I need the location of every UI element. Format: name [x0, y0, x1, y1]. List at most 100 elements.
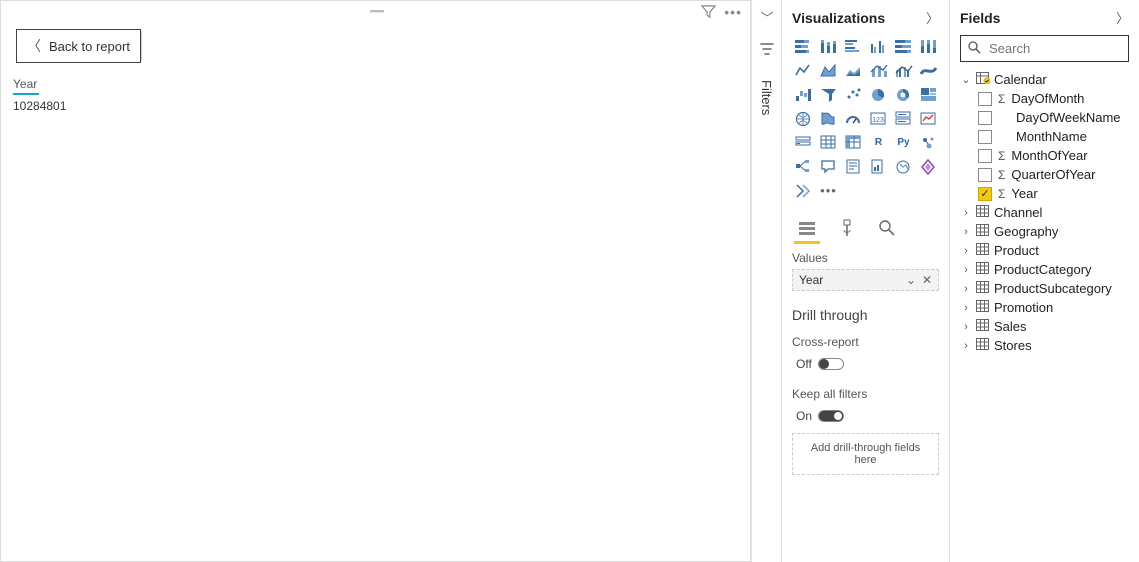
table-row[interactable]: ›Promotion [960, 298, 1129, 317]
clustered-bar-icon[interactable] [842, 35, 865, 57]
filters-toggle-icon[interactable] [759, 41, 775, 60]
clustered-column-icon[interactable] [867, 35, 890, 57]
table-row[interactable]: ⌄Calendar [960, 70, 1129, 89]
chevron-left-icon[interactable]: 〈 [757, 11, 776, 24]
format-tab[interactable] [836, 215, 858, 241]
filled-map-icon[interactable] [817, 107, 840, 129]
field-row[interactable]: ✓ΣYear [978, 184, 1129, 203]
caret-icon: › [960, 207, 972, 219]
arcgis-map-icon[interactable] [892, 155, 915, 177]
field-row[interactable]: ΣDayOfMonth [978, 89, 1129, 108]
table-row[interactable]: ›ProductCategory [960, 260, 1129, 279]
area-chart-icon[interactable] [817, 59, 840, 81]
donut-icon[interactable] [892, 83, 915, 105]
multi-row-card-icon[interactable] [892, 107, 915, 129]
table-icon[interactable] [817, 131, 840, 153]
get-more-visuals-icon[interactable]: ••• [817, 179, 840, 201]
checkbox-icon[interactable] [978, 149, 992, 163]
pie-icon[interactable] [867, 83, 890, 105]
values-well[interactable]: Year ⌄ ✕ [792, 269, 939, 291]
field-row[interactable]: MonthName [978, 127, 1129, 146]
key-influencers-icon[interactable] [917, 131, 940, 153]
r-visual-icon[interactable]: R [867, 131, 890, 153]
table-row[interactable]: ›Geography [960, 222, 1129, 241]
table-row[interactable]: ›Channel [960, 203, 1129, 222]
line-clustered-column-icon[interactable] [892, 59, 915, 81]
decomposition-tree-icon[interactable] [792, 155, 815, 177]
values-label: Values [792, 251, 939, 265]
sigma-icon: Σ [998, 149, 1005, 163]
table-icon [976, 224, 990, 239]
caret-icon: › [960, 283, 972, 295]
paginated-report-icon[interactable] [867, 155, 890, 177]
more-icon[interactable]: ••• [724, 4, 742, 22]
field-name: DayOfWeekName [1016, 110, 1121, 125]
field-row[interactable]: ΣMonthOfYear [978, 146, 1129, 165]
py-visual-icon[interactable]: Py [892, 131, 915, 153]
checkbox-icon[interactable] [978, 111, 992, 125]
slicer-icon[interactable] [792, 131, 815, 153]
fields-tab[interactable] [796, 215, 818, 241]
power-automate-icon[interactable] [792, 179, 815, 201]
kpi-icon[interactable] [917, 107, 940, 129]
smart-narrative-icon[interactable] [842, 155, 865, 177]
back-to-report-button[interactable]: 〈 Back to report [16, 29, 141, 63]
chevron-right-icon[interactable]: 〉 [926, 8, 939, 27]
header-divider [141, 31, 142, 61]
table-name: Promotion [994, 300, 1053, 315]
keep-filters-state: On [796, 409, 812, 423]
search-input[interactable] [987, 40, 1139, 57]
checkbox-icon[interactable]: ✓ [978, 187, 992, 201]
caret-icon: ⌄ [960, 73, 972, 86]
caret-icon: › [960, 245, 972, 257]
power-apps-icon[interactable] [917, 155, 940, 177]
field-name: MonthName [1016, 129, 1087, 144]
chevron-down-icon[interactable]: ⌄ [906, 273, 916, 287]
table-name: ProductSubcategory [994, 281, 1112, 296]
field-row[interactable]: ΣQuarterOfYear [978, 165, 1129, 184]
table-row[interactable]: ›Sales [960, 317, 1129, 336]
ribbon-chart-icon[interactable] [917, 59, 940, 81]
filter-icon[interactable] [701, 4, 716, 22]
checkbox-icon[interactable] [978, 130, 992, 144]
line-stacked-column-icon[interactable] [867, 59, 890, 81]
card-field-label: Year [13, 77, 37, 91]
stacked-bar-icon[interactable] [792, 35, 815, 57]
table-icon [976, 281, 990, 296]
caret-icon: › [960, 321, 972, 333]
checkbox-icon[interactable] [978, 92, 992, 106]
card-icon[interactable]: 123 [867, 107, 890, 129]
stacked-area-icon[interactable] [842, 59, 865, 81]
cross-report-label: Cross-report [792, 335, 939, 349]
table-row[interactable]: ›Product [960, 241, 1129, 260]
keep-filters-toggle[interactable] [818, 410, 844, 422]
table-row[interactable]: › ProductSubcategory [960, 279, 1129, 298]
checkbox-icon[interactable] [978, 168, 992, 182]
table-name: ProductCategory [994, 262, 1092, 277]
table-row[interactable]: ›Stores [960, 336, 1129, 355]
waterfall-icon[interactable] [792, 83, 815, 105]
hundred-stacked-column-icon[interactable] [917, 35, 940, 57]
map-icon[interactable] [792, 107, 815, 129]
field-row[interactable]: DayOfWeekName [978, 108, 1129, 127]
table-icon [976, 262, 990, 277]
canvas-drag-bar[interactable]: ━━ [1, 3, 750, 19]
gauge-icon[interactable] [842, 107, 865, 129]
table-icon [976, 338, 990, 353]
line-chart-icon[interactable] [792, 59, 815, 81]
qa-visual-icon[interactable] [817, 155, 840, 177]
funnel-icon[interactable] [817, 83, 840, 105]
matrix-icon[interactable] [842, 131, 865, 153]
scatter-icon[interactable] [842, 83, 865, 105]
drill-drop-area[interactable]: Add drill-through fields here [792, 433, 939, 475]
remove-field-icon[interactable]: ✕ [922, 273, 932, 287]
treemap-icon[interactable] [917, 83, 940, 105]
chevron-right-icon[interactable]: 〉 [1116, 8, 1129, 27]
stacked-column-icon[interactable] [817, 35, 840, 57]
hundred-stacked-bar-icon[interactable] [892, 35, 915, 57]
table-icon [976, 319, 990, 334]
cross-report-toggle[interactable] [818, 358, 844, 370]
analytics-tab[interactable] [876, 215, 898, 241]
filters-label[interactable]: Filters [759, 80, 774, 115]
fields-search[interactable] [960, 35, 1129, 62]
